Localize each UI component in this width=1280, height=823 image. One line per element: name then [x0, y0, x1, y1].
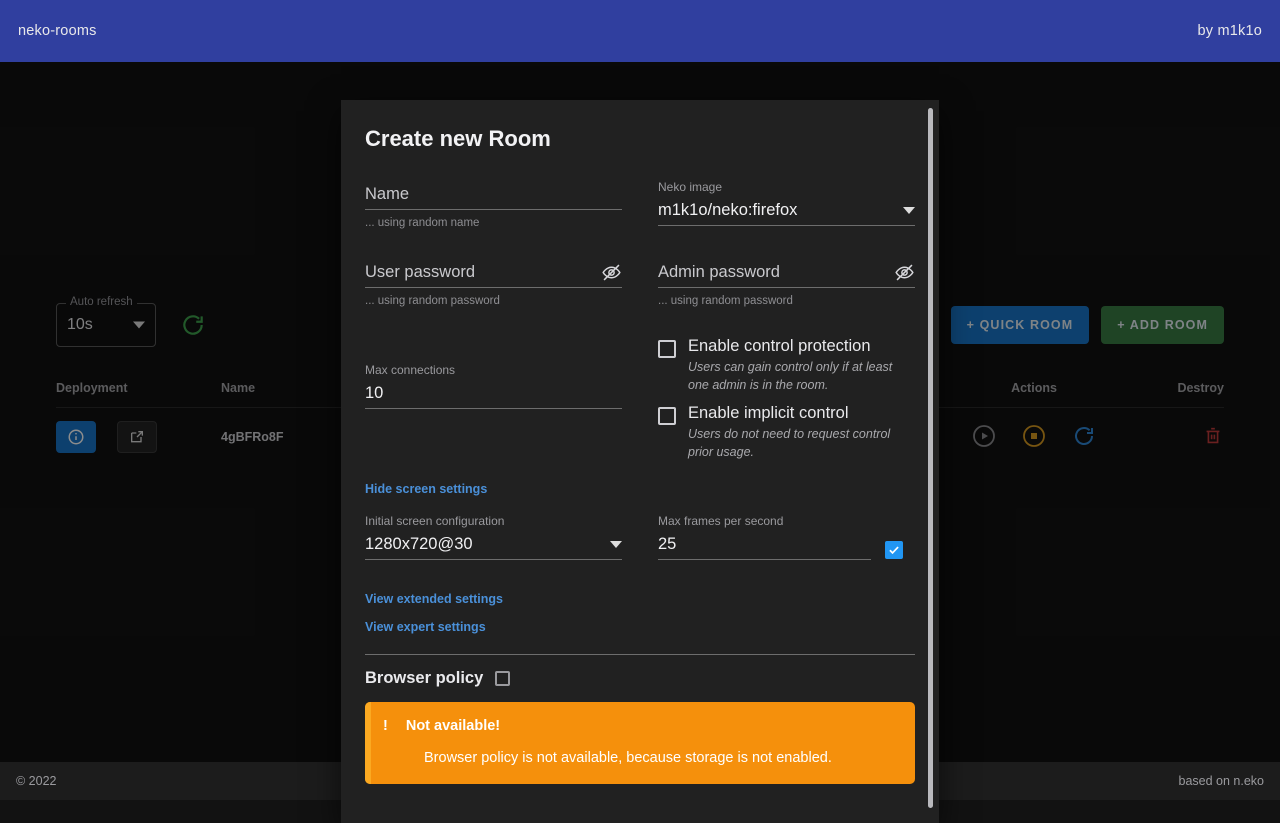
- screen-config-select[interactable]: Initial screen configuration 1280x720@30: [365, 514, 622, 560]
- admin-password-field[interactable]: Admin password: [658, 258, 915, 288]
- admin-password-placeholder: Admin password: [658, 263, 780, 282]
- name-input-line[interactable]: Name: [365, 180, 622, 210]
- create-room-dialog: Create new Room Name ... using random na…: [341, 100, 939, 823]
- max-fps-line[interactable]: 25: [658, 530, 871, 560]
- user-password-line[interactable]: User password: [365, 258, 622, 288]
- screen-config-column: Initial screen configuration 1280x720@30: [365, 514, 622, 564]
- app-header: neko-rooms by m1k1o: [0, 0, 1280, 62]
- screen-config-value: 1280x720@30: [365, 535, 473, 554]
- admin-password-column: Admin password ... using random password: [658, 258, 915, 307]
- app-author: by m1k1o: [1198, 23, 1262, 39]
- screen-config-label: Initial screen configuration: [365, 514, 622, 528]
- alert-message: Browser policy is not available, because…: [383, 750, 897, 766]
- extended-settings-link[interactable]: View extended settings: [365, 592, 503, 606]
- user-password-placeholder: User password: [365, 263, 475, 282]
- eye-off-icon[interactable]: [601, 262, 622, 283]
- dialog-title: Create new Room: [365, 126, 915, 152]
- admin-password-line[interactable]: Admin password: [658, 258, 915, 288]
- alert-title: Not available!: [406, 718, 500, 734]
- control-protection-row[interactable]: Enable control protection Users can gain…: [658, 337, 915, 394]
- control-protection-checkbox[interactable]: [658, 340, 676, 358]
- neko-image-line[interactable]: m1k1o/neko:firefox: [658, 196, 915, 226]
- eye-off-icon[interactable]: [894, 262, 915, 283]
- implicit-control-description: Users do not need to request control pri…: [688, 425, 915, 461]
- control-options-column: Enable control protection Users can gain…: [658, 331, 915, 462]
- dialog-scrollbar[interactable]: [928, 108, 933, 808]
- user-password-hint: ... using random password: [365, 295, 622, 307]
- name-field[interactable]: Name: [365, 180, 622, 210]
- max-connections-column: Max connections 10: [365, 331, 622, 462]
- neko-image-column: Neko image m1k1o/neko:firefox: [658, 180, 915, 230]
- hide-screen-settings-link[interactable]: Hide screen settings: [365, 482, 487, 496]
- row-name-image: Name ... using random name Neko image m1…: [365, 180, 915, 230]
- implicit-control-row[interactable]: Enable implicit control Users do not nee…: [658, 404, 915, 461]
- expert-settings-link[interactable]: View expert settings: [365, 620, 486, 634]
- implicit-control-label: Enable implicit control: [688, 404, 915, 423]
- max-fps-checkbox[interactable]: [885, 541, 903, 559]
- max-fps-column: Max frames per second 25: [658, 514, 915, 564]
- dialog-body: Create new Room Name ... using random na…: [341, 100, 939, 823]
- max-connections-value: 10: [365, 384, 383, 403]
- neko-image-label: Neko image: [658, 180, 915, 194]
- app-root: neko-rooms by m1k1o Auto refresh 10s + Q…: [0, 0, 1280, 800]
- footer-copyright: © 2022: [16, 774, 57, 788]
- alert-header: ! Not available!: [383, 718, 897, 734]
- control-protection-description: Users can gain control only if at least …: [688, 358, 915, 394]
- max-connections-field[interactable]: Max connections 10: [365, 363, 622, 409]
- section-divider: [365, 654, 915, 655]
- app-brand: neko-rooms: [18, 23, 97, 39]
- neko-image-value: m1k1o/neko:firefox: [658, 201, 797, 220]
- admin-password-hint: ... using random password: [658, 295, 915, 307]
- chevron-down-icon: [610, 541, 622, 548]
- browser-policy-alert: ! Not available! Browser policy is not a…: [365, 702, 915, 784]
- row-connections-controls: Max connections 10 Enable control protec…: [365, 331, 915, 462]
- max-connections-label: Max connections: [365, 363, 622, 377]
- browser-policy-checkbox[interactable]: [495, 671, 510, 686]
- name-hint: ... using random name: [365, 217, 622, 229]
- footer-credit: based on n.eko: [1179, 774, 1265, 788]
- neko-image-select[interactable]: Neko image m1k1o/neko:firefox: [658, 180, 915, 226]
- name-placeholder: Name: [365, 185, 409, 204]
- user-password-field[interactable]: User password: [365, 258, 622, 288]
- implicit-control-text: Enable implicit control Users do not nee…: [688, 404, 915, 461]
- implicit-control-checkbox[interactable]: [658, 407, 676, 425]
- max-fps-value: 25: [658, 535, 676, 554]
- screen-config-line[interactable]: 1280x720@30: [365, 530, 622, 560]
- user-password-column: User password ... using random password: [365, 258, 622, 307]
- main-content: Auto refresh 10s + QUICK ROOM + ADD ROOM…: [0, 62, 1280, 762]
- max-fps-field[interactable]: Max frames per second 25: [658, 514, 871, 560]
- row-passwords: User password ... using random password: [365, 258, 915, 307]
- chevron-down-icon: [903, 207, 915, 214]
- max-fps-label: Max frames per second: [658, 514, 871, 528]
- browser-policy-header: Browser policy: [365, 669, 915, 688]
- control-protection-text: Enable control protection Users can gain…: [688, 337, 915, 394]
- row-screen-settings: Initial screen configuration 1280x720@30…: [365, 514, 915, 564]
- browser-policy-title: Browser policy: [365, 669, 483, 688]
- control-protection-label: Enable control protection: [688, 337, 915, 356]
- max-connections-line[interactable]: 10: [365, 379, 622, 409]
- name-column: Name ... using random name: [365, 180, 622, 230]
- exclamation-icon: !: [383, 718, 388, 734]
